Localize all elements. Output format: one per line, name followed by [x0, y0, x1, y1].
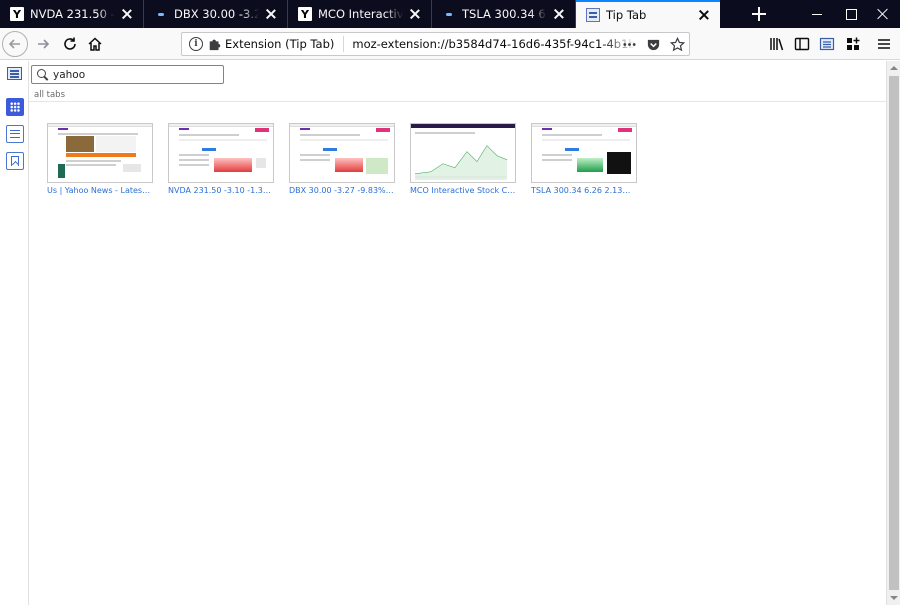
close-tab-icon[interactable]	[119, 6, 135, 22]
identity-label[interactable]: Extension (Tip Tab)	[225, 37, 334, 51]
back-arrow-icon[interactable]	[2, 31, 28, 57]
section-divider	[29, 101, 886, 102]
close-tab-icon[interactable]	[263, 6, 279, 22]
navigation-toolbar: i Extension (Tip Tab) moz-extension://b3…	[0, 28, 900, 60]
tab-tip-tab[interactable]: Tip Tab	[576, 0, 720, 28]
tab-thumbnail	[289, 123, 395, 183]
yahoo-favicon-icon: Y	[10, 7, 24, 21]
reload-icon[interactable]	[58, 32, 82, 56]
tab-cards: Us | Yahoo News - Latest News & Headline…	[47, 123, 637, 195]
minimize-icon[interactable]	[800, 0, 834, 28]
tab-thumbnail	[531, 123, 637, 183]
puzzle-piece-icon	[208, 37, 222, 51]
tab-dbx[interactable]: DBX 30.00 -3.27 -9.83%	[144, 0, 288, 28]
list-view-icon[interactable]	[6, 125, 24, 143]
tip-tab-logo-icon	[7, 67, 22, 80]
tab-nvda[interactable]: Y NVDA 231.50 -3.10 -1.32%	[0, 0, 144, 28]
tab-card-title[interactable]: MCO Interactive Stock Chart	[410, 186, 516, 195]
close-tab-icon[interactable]	[407, 6, 423, 22]
tab-title: Tip Tab	[606, 8, 647, 22]
tab-mco[interactable]: Y MCO Interactive Stock Chart	[288, 0, 432, 28]
tip-tab-extension-icon[interactable]	[815, 32, 839, 56]
dot-favicon-icon	[442, 7, 456, 21]
tab-card-title[interactable]: NVDA 231.50 -3.10 -1.32% : NVIDIA	[168, 186, 274, 195]
maximize-icon[interactable]	[834, 0, 868, 28]
pocket-icon[interactable]	[645, 36, 661, 52]
dot-favicon-icon	[154, 7, 168, 21]
tab-card-title[interactable]: TSLA 300.34 6.26 2.13% : Tesla	[531, 186, 637, 195]
scroll-down-arrow-icon[interactable]	[887, 591, 900, 605]
tab-title: DBX 30.00 -3.27 -9.83%	[174, 7, 259, 21]
url-actions	[621, 36, 685, 52]
forward-arrow-icon[interactable]	[31, 32, 55, 56]
extension-page: all tabs Us | Yahoo News - Latest News &…	[0, 61, 886, 605]
tab-card[interactable]: TSLA 300.34 6.26 2.13% : Tesla	[531, 123, 637, 195]
tab-thumbnail	[47, 123, 153, 183]
grid-view-icon[interactable]	[6, 98, 24, 116]
tab-strip: Y NVDA 231.50 -3.10 -1.32% DBX 30.00 -3.…	[0, 0, 900, 28]
tab-title: TSLA 300.34 6.26 2.13%	[462, 7, 547, 21]
tab-tsla[interactable]: TSLA 300.34 6.26 2.13%	[432, 0, 576, 28]
bookmark-view-icon[interactable]	[6, 152, 24, 170]
tab-title: MCO Interactive Stock Chart	[318, 7, 403, 21]
tab-thumbnail	[168, 123, 274, 183]
close-tab-icon[interactable]	[696, 7, 712, 23]
tab-card-title[interactable]: Us | Yahoo News - Latest News & Headline…	[47, 186, 153, 195]
url-text[interactable]: moz-extension://b3584d74-16d6-435f-94c1-…	[352, 37, 636, 51]
tab-card[interactable]: MCO Interactive Stock Chart	[410, 123, 516, 195]
hamburger-menu-icon[interactable]	[872, 32, 896, 56]
tab-title: NVDA 231.50 -3.10 -1.32%	[30, 7, 115, 21]
search-box[interactable]	[31, 65, 224, 84]
extensions-grid-icon[interactable]	[841, 32, 865, 56]
page-actions-ellipsis-icon[interactable]	[621, 36, 637, 52]
vertical-scrollbar[interactable]	[886, 61, 900, 605]
tab-card[interactable]: NVDA 231.50 -3.10 -1.32% : NVIDIA	[168, 123, 274, 195]
search-icon	[37, 68, 49, 81]
tab-card[interactable]: DBX 30.00 -3.27 -9.83% : Dropbox	[289, 123, 395, 195]
scrollbar-thumb[interactable]	[889, 76, 899, 590]
section-label: all tabs	[34, 90, 65, 100]
bookmark-star-icon[interactable]	[669, 36, 685, 52]
tiptab-favicon-icon	[586, 8, 600, 22]
yahoo-favicon-icon: Y	[298, 7, 312, 21]
tab-card[interactable]: Us | Yahoo News - Latest News & Headline…	[47, 123, 153, 195]
url-bar[interactable]: i Extension (Tip Tab) moz-extension://b3…	[181, 32, 690, 56]
info-icon[interactable]: i	[189, 37, 203, 51]
search-input[interactable]	[53, 68, 218, 81]
tab-card-title[interactable]: DBX 30.00 -3.27 -9.83% : Dropbox	[289, 186, 395, 195]
library-icon[interactable]	[765, 32, 789, 56]
tab-thumbnail	[410, 123, 516, 183]
home-icon[interactable]	[83, 32, 107, 56]
url-divider	[343, 36, 345, 52]
new-tab-plus-icon[interactable]	[750, 5, 768, 23]
window-close-icon[interactable]	[866, 0, 900, 28]
close-tab-icon[interactable]	[551, 6, 567, 22]
scroll-up-arrow-icon[interactable]	[887, 61, 900, 75]
extension-sidebar	[0, 61, 29, 605]
sidebar-toggle-icon[interactable]	[790, 32, 814, 56]
